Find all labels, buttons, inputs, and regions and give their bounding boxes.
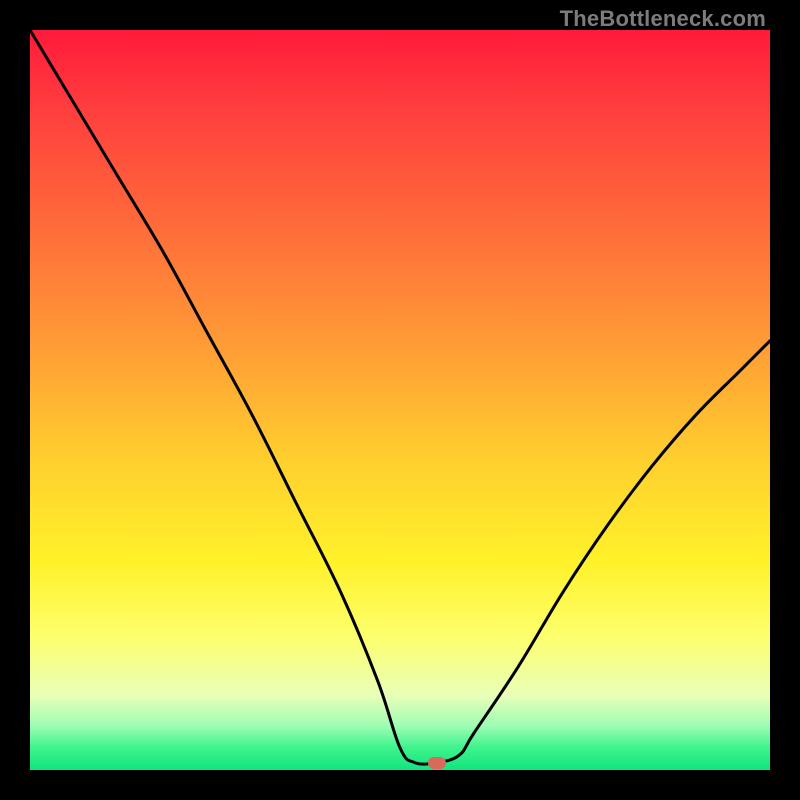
chart-plot-area (30, 30, 770, 770)
bottleneck-curve (30, 30, 770, 770)
watermark-text: TheBottleneck.com (560, 6, 766, 32)
chart-frame: TheBottleneck.com (0, 0, 800, 800)
minimum-marker (428, 757, 446, 769)
